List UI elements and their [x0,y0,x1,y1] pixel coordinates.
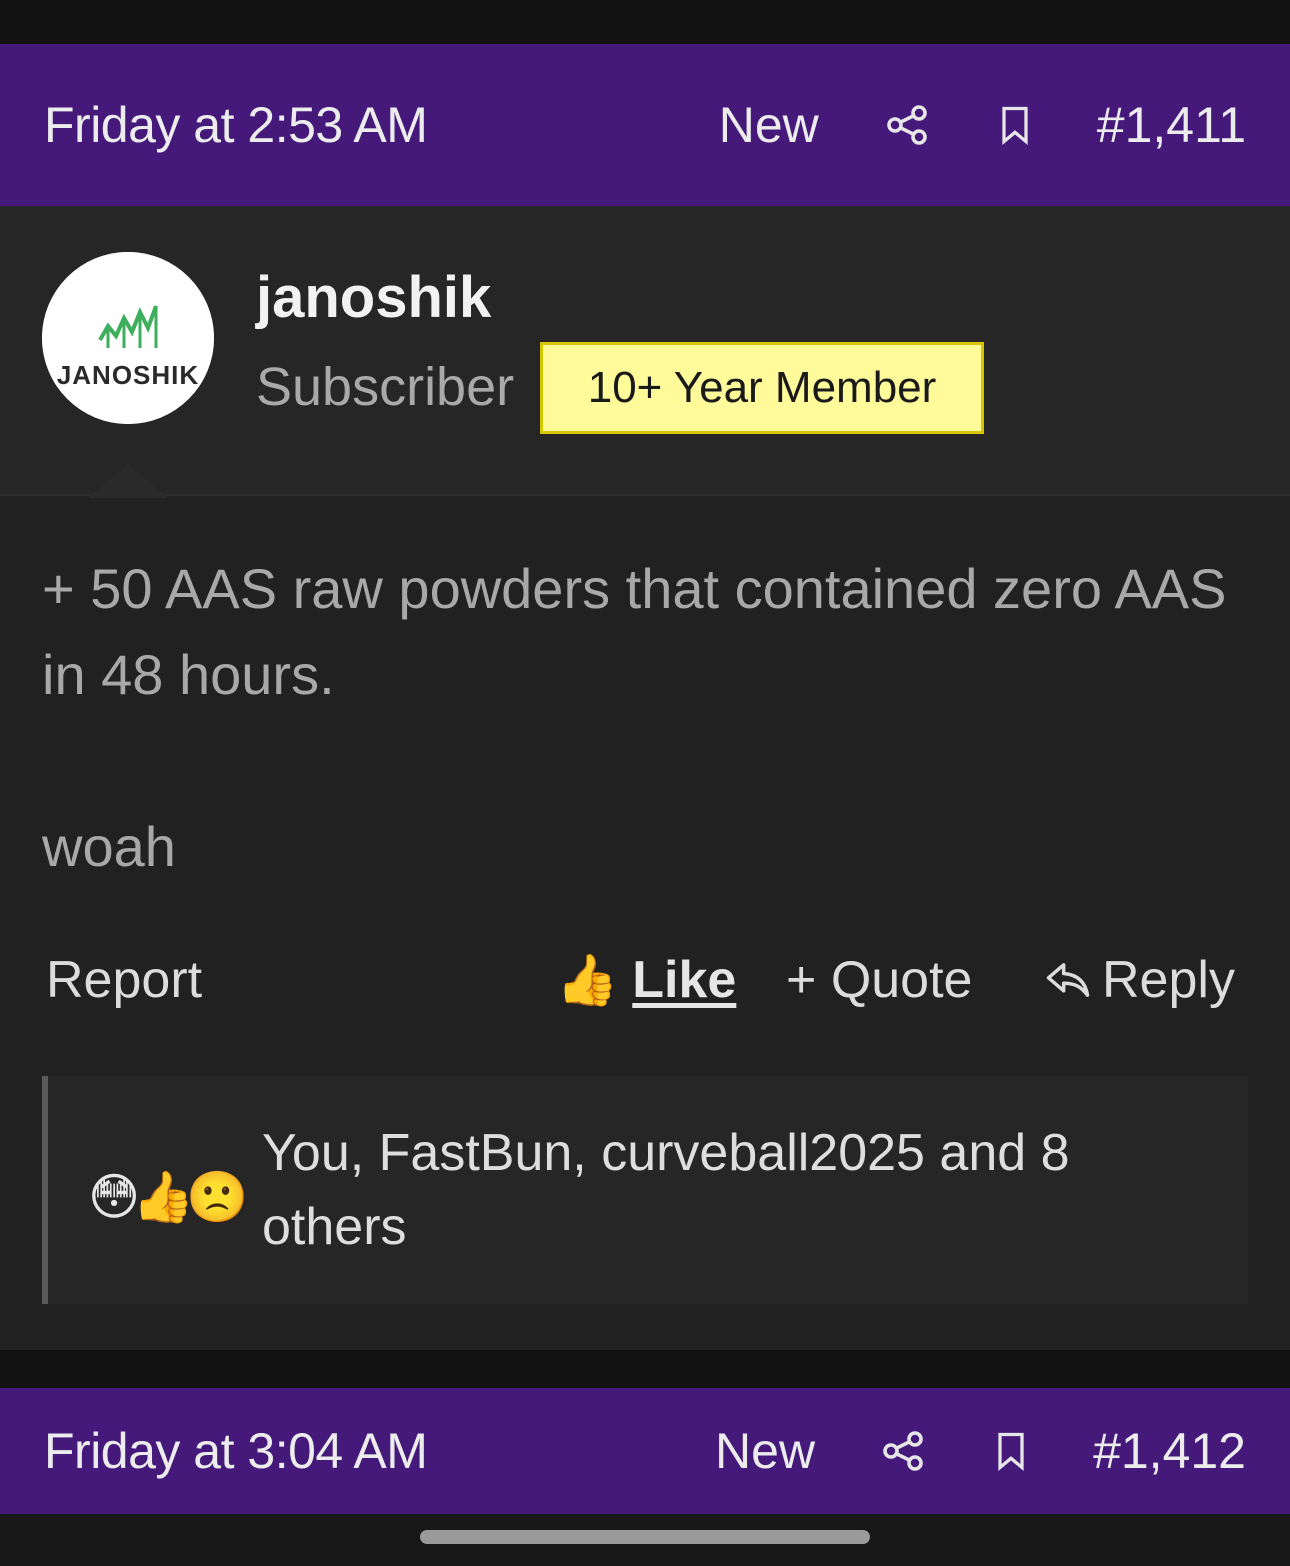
reactions-summary[interactable]: You, FastBun, curveball2025 and 8 others [262,1116,1162,1264]
reply-label: Reply [1102,951,1235,1009]
like-label: Like [632,951,737,1009]
reply-button[interactable]: Reply [1042,950,1235,1010]
post-header: Friday at 2:53 AM New #1,411 [0,44,1290,206]
reaction-emojis: 😳 👍 🙁 [88,1168,249,1227]
like-button[interactable]: 👍 Like [556,950,736,1010]
frowning-face-icon: 🙁 [186,1169,249,1225]
post-date[interactable]: Friday at 2:53 AM [44,96,428,154]
quote-button[interactable]: + Quote [786,950,972,1010]
new-label: New [718,97,819,153]
post-header: Friday at 3:04 AM New #1,412 [0,1388,1290,1514]
new-label: New [715,1423,816,1479]
avatar-logo-text: JANOSHIK [57,360,199,390]
thumbs-up-icon: 👍 [556,951,619,1008]
post-text-line: + 50 AAS raw powders that contained zero… [42,557,1227,706]
post-header-controls: New #1,411 [719,96,1246,154]
bookmark-icon[interactable] [989,99,1041,151]
share-icon[interactable] [877,1425,929,1477]
top-strip [0,0,1290,44]
post-text-line: woah [42,815,176,878]
post: JANOSHIK janoshik Subscriber 10+ Year Me… [0,206,1290,1350]
post-number[interactable]: #1,411 [1097,96,1246,154]
thumbs-up-icon: 👍 [132,1169,195,1225]
post-content: + 50 AAS raw powders that contained zero… [42,546,1242,890]
member-badge: 10+ Year Member [540,342,984,434]
bookmark-icon[interactable] [985,1425,1037,1477]
message-pointer [88,464,168,498]
post-separator [0,1350,1290,1388]
avatar[interactable]: JANOSHIK [42,252,214,424]
post-number[interactable]: #1,412 [1093,1422,1246,1480]
report-button[interactable]: Report [46,950,202,1010]
user-role: Subscriber [256,357,515,417]
post-actions: Report 👍 Like + Quote Reply [0,944,1290,1018]
reactions-bar[interactable]: 😳 👍 🙁 You, FastBun, curveball2025 and 8 … [42,1076,1248,1304]
user-block: JANOSHIK janoshik Subscriber 10+ Year Me… [0,206,1290,498]
username[interactable]: janoshik [256,264,491,331]
post-date[interactable]: Friday at 3:04 AM [44,1422,428,1480]
share-icon[interactable] [881,99,933,151]
home-indicator[interactable] [420,1530,870,1544]
post-header-controls: New #1,412 [715,1422,1246,1480]
reply-icon [1046,963,1090,997]
